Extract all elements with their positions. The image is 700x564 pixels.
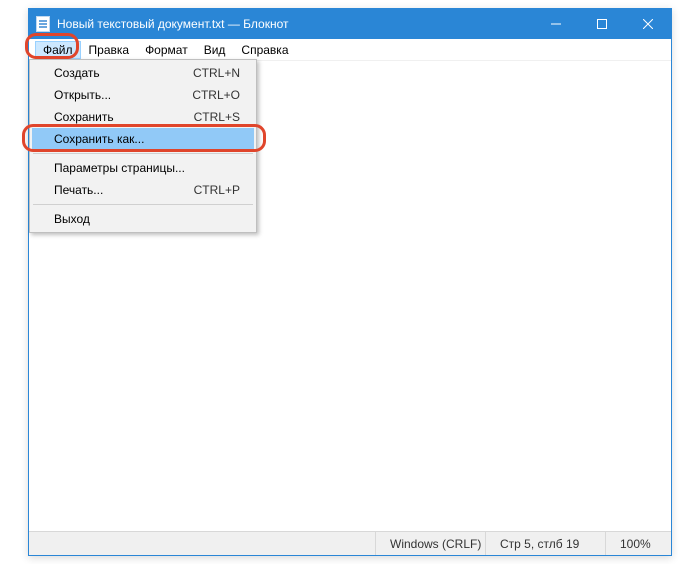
window-title: Новый текстовый документ.txt — Блокнот	[57, 17, 533, 31]
titlebar[interactable]: Новый текстовый документ.txt — Блокнот	[29, 9, 671, 39]
menu-item-print[interactable]: Печать... CTRL+P	[32, 179, 254, 201]
menu-item-new[interactable]: Создать CTRL+N	[32, 62, 254, 84]
menu-item-exit[interactable]: Выход	[32, 208, 254, 230]
menu-item-label: Печать...	[54, 183, 194, 197]
menu-item-save[interactable]: Сохранить CTRL+S	[32, 106, 254, 128]
menu-item-label: Параметры страницы...	[54, 161, 240, 175]
menu-edit[interactable]: Правка	[81, 41, 138, 59]
statusbar: Windows (CRLF) Стр 5, стлб 19 100%	[29, 531, 671, 555]
minimize-button[interactable]	[533, 9, 579, 39]
maximize-button[interactable]	[579, 9, 625, 39]
menu-item-label: Открыть...	[54, 88, 192, 102]
menu-view[interactable]: Вид	[196, 41, 234, 59]
menu-item-shortcut: CTRL+S	[194, 110, 240, 124]
app-icon	[29, 16, 57, 32]
menu-item-label: Сохранить как...	[54, 132, 240, 146]
menu-help[interactable]: Справка	[233, 41, 296, 59]
menu-item-open[interactable]: Открыть... CTRL+O	[32, 84, 254, 106]
menu-item-save-as[interactable]: Сохранить как...	[32, 128, 254, 150]
status-cursor-position: Стр 5, стлб 19	[485, 532, 605, 555]
menu-item-label: Создать	[54, 66, 193, 80]
close-button[interactable]	[625, 9, 671, 39]
menu-format[interactable]: Формат	[137, 41, 196, 59]
menu-separator	[33, 204, 253, 205]
menubar: Файл Правка Формат Вид Справка	[29, 39, 671, 61]
status-zoom: 100%	[605, 532, 671, 555]
menu-file[interactable]: Файл	[35, 41, 81, 59]
menu-item-shortcut: CTRL+P	[194, 183, 240, 197]
menu-item-label: Выход	[54, 212, 240, 226]
menu-item-shortcut: CTRL+N	[193, 66, 240, 80]
menu-item-page-setup[interactable]: Параметры страницы...	[32, 157, 254, 179]
file-menu-dropdown: Создать CTRL+N Открыть... CTRL+O Сохрани…	[29, 59, 257, 233]
menu-separator	[33, 153, 253, 154]
menu-item-label: Сохранить	[54, 110, 194, 124]
menu-item-shortcut: CTRL+O	[192, 88, 240, 102]
status-line-ending: Windows (CRLF)	[375, 532, 485, 555]
